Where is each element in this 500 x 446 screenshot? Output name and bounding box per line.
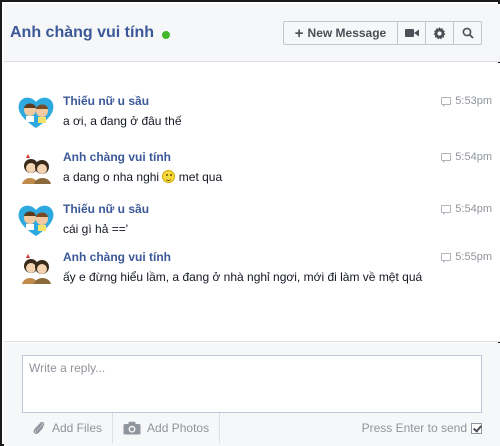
add-photos-button[interactable]: Add Photos bbox=[113, 413, 221, 443]
message-timestamp: 5:54pm bbox=[441, 151, 492, 163]
add-photos-label: Add Photos bbox=[147, 421, 210, 435]
heart-couple-avatar[interactable] bbox=[16, 202, 56, 238]
message-text: a dang o nha nghi met qua bbox=[63, 169, 463, 186]
sender-name[interactable]: Thiếu nữ u sầu bbox=[63, 202, 149, 216]
sender-name[interactable]: Thiếu nữ u sầu bbox=[63, 94, 149, 108]
heart-couple-avatar[interactable] bbox=[16, 94, 56, 130]
message-timestamp: 5:55pm bbox=[441, 251, 492, 263]
search-icon bbox=[462, 27, 474, 39]
new-message-button[interactable]: + New Message bbox=[283, 21, 398, 45]
message-timestamp: 5:54pm bbox=[441, 203, 492, 215]
search-button[interactable] bbox=[453, 21, 482, 45]
online-status-dot bbox=[162, 31, 170, 39]
add-files-label: Add Files bbox=[52, 421, 103, 435]
video-call-button[interactable] bbox=[397, 21, 426, 45]
header-actions: + New Message bbox=[283, 21, 482, 45]
sender-name[interactable]: Anh chàng vui tính bbox=[63, 250, 171, 264]
settings-button[interactable] bbox=[425, 21, 454, 45]
press-enter-toggle[interactable]: Press Enter to send bbox=[362, 421, 482, 435]
press-enter-label: Press Enter to send bbox=[361, 421, 467, 435]
message-text: a ơi, a đang ở đâu thế bbox=[63, 114, 182, 128]
composer-toolbar: Add Files Add Photos Press Enter to send bbox=[22, 413, 482, 443]
reply-composer: Add Files Add Photos Press Enter to send bbox=[4, 343, 500, 446]
chat-bubble-icon bbox=[441, 205, 452, 215]
chat-bubble-icon bbox=[441, 153, 452, 163]
message-time: 5:54pm bbox=[455, 151, 492, 163]
message-time: 5:53pm bbox=[455, 95, 492, 107]
add-files-button[interactable]: Add Files bbox=[22, 413, 114, 443]
smiley-icon bbox=[162, 170, 176, 183]
message-text: cái gì hả ==' bbox=[63, 222, 129, 236]
conversation-title[interactable]: Anh chàng vui tính bbox=[10, 24, 154, 42]
chat-bubble-icon bbox=[441, 97, 452, 107]
paperclip-icon bbox=[33, 421, 45, 435]
message-timestamp: 5:53pm bbox=[441, 95, 492, 107]
new-message-label: New Message bbox=[307, 26, 387, 40]
plus-icon: + bbox=[294, 24, 304, 42]
chat-window: Anh chàng vui tính + New Message Thiếu n… bbox=[0, 0, 500, 446]
conversation-header: Anh chàng vui tính + New Message bbox=[4, 4, 500, 62]
message-text-part: met qua bbox=[178, 170, 223, 184]
message-list[interactable]: Thiếu nữ u sầu 5:53pm a ơi, a đang ở đâu… bbox=[4, 63, 500, 342]
reply-input[interactable] bbox=[22, 355, 482, 413]
gear-icon bbox=[433, 26, 446, 39]
press-enter-checkbox[interactable] bbox=[471, 422, 482, 434]
message-text: ấy e đừng hiểu lầm, a đang ở nhà nghỉ ng… bbox=[63, 270, 423, 284]
video-icon bbox=[404, 29, 419, 37]
message-text-part: a dang o nha nghi bbox=[63, 170, 160, 184]
sender-name[interactable]: Anh chàng vui tính bbox=[63, 150, 171, 164]
cute-couple-avatar[interactable] bbox=[16, 250, 56, 286]
cute-couple-avatar[interactable] bbox=[16, 150, 56, 186]
chat-bubble-icon bbox=[441, 253, 452, 263]
camera-icon bbox=[123, 421, 141, 435]
message-time: 5:54pm bbox=[455, 203, 492, 215]
message-time: 5:55pm bbox=[455, 251, 492, 263]
